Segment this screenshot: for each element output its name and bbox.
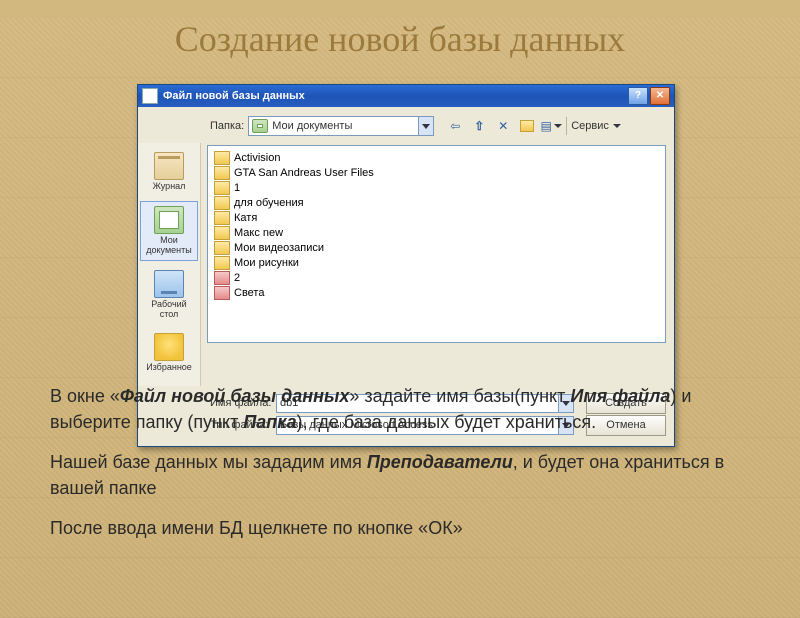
folder-select-value: Мои документы <box>272 120 352 132</box>
folder-icon <box>214 211 230 225</box>
back-button[interactable]: ⇦ <box>444 115 466 137</box>
new-folder-icon[interactable] <box>516 115 538 137</box>
folder-icon <box>214 196 230 210</box>
desktop-icon <box>154 270 184 298</box>
folder-select[interactable]: Мои документы <box>248 116 434 136</box>
views-button[interactable]: ▤ <box>540 115 562 137</box>
places-bar: Журнал Мои документы Рабочий стол Избран… <box>138 143 201 386</box>
place-label: Журнал <box>153 182 186 192</box>
journal-icon <box>154 152 184 180</box>
close-button[interactable]: ✕ <box>650 87 670 105</box>
list-item[interactable]: Макс new <box>214 225 659 240</box>
folder-icon <box>214 166 230 180</box>
chevron-down-icon[interactable] <box>418 117 433 135</box>
separator <box>566 117 567 135</box>
folder-icon <box>214 256 230 270</box>
folder-icon <box>214 151 230 165</box>
up-button[interactable]: ⇧ <box>468 115 490 137</box>
folder-icon <box>214 226 230 240</box>
list-item[interactable]: 1 <box>214 180 659 195</box>
folder-label: Папка: <box>210 120 244 132</box>
app-icon <box>142 88 158 104</box>
place-label: Рабочий стол <box>141 300 197 320</box>
list-item[interactable]: Мои видеозаписи <box>214 240 659 255</box>
folder-icon <box>214 241 230 255</box>
tools-menu[interactable]: Сервис <box>571 120 621 132</box>
file-list[interactable]: Activision GTA San Andreas User Files 1 … <box>207 145 666 343</box>
place-label: Мои документы <box>141 236 197 256</box>
help-button[interactable]: ? <box>628 87 648 105</box>
search-icon[interactable]: ✕ <box>492 115 514 137</box>
list-item[interactable]: Катя <box>214 210 659 225</box>
window-title: Файл новой базы данных <box>163 90 626 102</box>
slide-title: Создание новой базы данных <box>0 18 800 60</box>
list-item[interactable]: 2 <box>214 270 659 285</box>
slide-body-text: В окне «Файл новой базы данных» задайте … <box>50 383 750 555</box>
list-item[interactable]: Мои рисунки <box>214 255 659 270</box>
place-journal[interactable]: Журнал <box>140 147 198 197</box>
place-desktop[interactable]: Рабочий стол <box>140 265 198 325</box>
list-item[interactable]: Activision <box>214 150 659 165</box>
mydocs-icon <box>154 206 184 234</box>
database-icon <box>214 271 230 285</box>
titlebar[interactable]: Файл новой базы данных ? ✕ <box>138 85 674 107</box>
mydocs-icon <box>252 119 268 133</box>
list-item[interactable]: для обучения <box>214 195 659 210</box>
list-item[interactable]: GTA San Andreas User Files <box>214 165 659 180</box>
place-label: Избранное <box>146 363 192 373</box>
place-favorites[interactable]: Избранное <box>140 328 198 378</box>
star-icon <box>154 333 184 361</box>
database-icon <box>214 286 230 300</box>
list-item[interactable]: Света <box>214 285 659 300</box>
dialog-toolbar: Папка: Мои документы ⇦ ⇧ ✕ ▤ Сервис <box>138 107 674 143</box>
place-mydocs[interactable]: Мои документы <box>140 201 198 261</box>
folder-icon <box>214 181 230 195</box>
